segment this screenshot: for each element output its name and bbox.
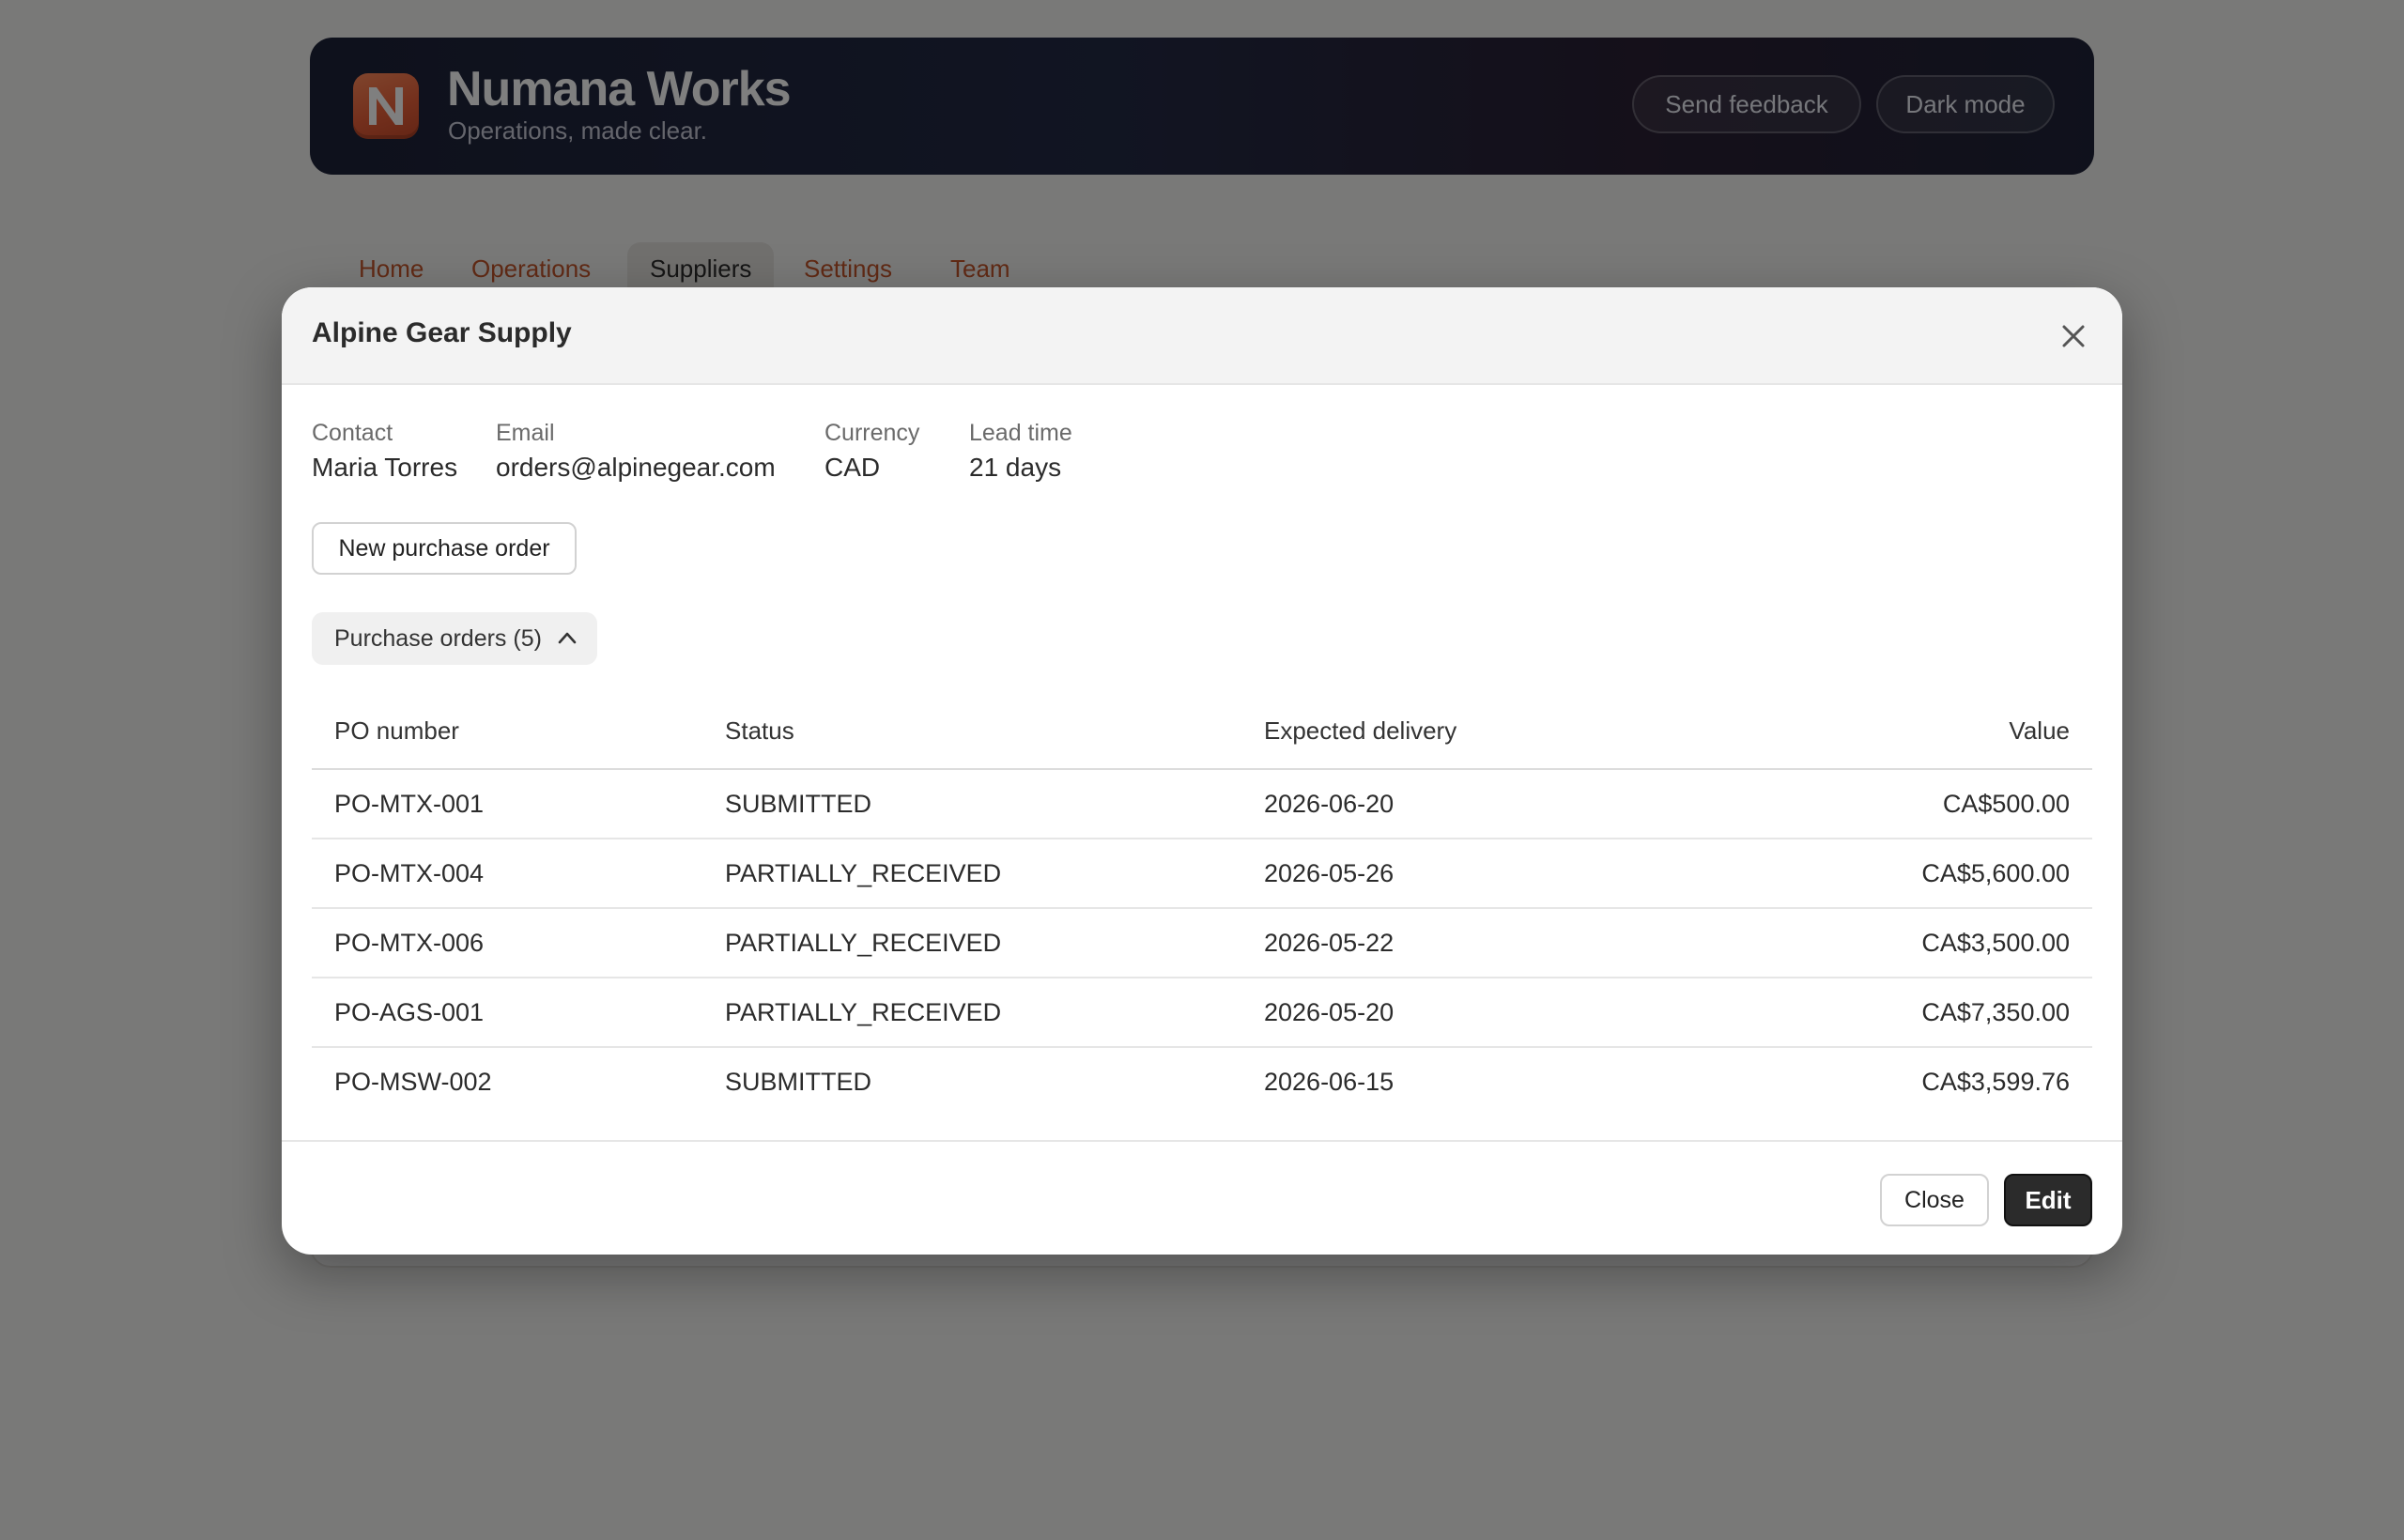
purchase-orders-table: PO number Status Expected delivery Value… bbox=[312, 693, 2092, 1116]
close-icon bbox=[2062, 325, 2085, 347]
status-cell: PARTIALLY_RECEIVED bbox=[702, 839, 1241, 909]
new-purchase-order-button[interactable]: New purchase order bbox=[312, 522, 577, 575]
dialog-title: Alpine Gear Supply bbox=[312, 317, 572, 348]
supplier-dialog: Alpine Gear Supply Contact Maria Torres … bbox=[282, 287, 2122, 1255]
table-row[interactable]: PO-MTX-001 SUBMITTED 2026-06-20 CA$500.0… bbox=[312, 769, 2092, 839]
value-cell: CA$3,599.76 bbox=[1921, 1067, 2070, 1096]
po-number-cell: PO-MSW-002 bbox=[334, 1067, 492, 1096]
close-dialog-button[interactable] bbox=[2055, 317, 2092, 355]
table-row[interactable]: PO-AGS-001 PARTIALLY_RECEIVED 2026-05-20… bbox=[312, 978, 2092, 1048]
value-cell: CA$7,350.00 bbox=[1692, 978, 2092, 1048]
value-cell: CA$500.00 bbox=[1692, 769, 2092, 839]
detail-email: Email orders@alpinegear.com bbox=[496, 417, 776, 486]
detail-label: Lead time bbox=[969, 420, 1072, 446]
status-cell: SUBMITTED bbox=[725, 1067, 872, 1096]
column-header-status[interactable]: Status bbox=[702, 693, 1241, 770]
edit-button[interactable]: Edit bbox=[2004, 1174, 2092, 1226]
table-row[interactable]: PO-MTX-006 PARTIALLY_RECEIVED 2026-05-22… bbox=[312, 908, 2092, 978]
column-header-value[interactable]: Value bbox=[1692, 693, 2092, 770]
table-row[interactable]: PO-MTX-004 PARTIALLY_RECEIVED 2026-05-26… bbox=[312, 839, 2092, 909]
expected-delivery-cell: 2026-06-15 bbox=[1264, 1067, 1395, 1096]
dialog-footer: Close Edit bbox=[282, 1140, 2122, 1255]
expected-delivery-cell: 2026-05-22 bbox=[1241, 908, 1692, 978]
status-cell: PARTIALLY_RECEIVED bbox=[702, 908, 1241, 978]
close-button[interactable]: Close bbox=[1880, 1174, 1989, 1226]
expected-delivery-cell: 2026-05-20 bbox=[1241, 978, 1692, 1048]
expected-delivery-cell: 2026-05-26 bbox=[1241, 839, 1692, 909]
po-number-cell: PO-MTX-004 bbox=[312, 839, 702, 909]
po-number-cell: PO-MTX-006 bbox=[312, 908, 702, 978]
detail-label: Contact bbox=[312, 420, 393, 446]
dialog-header: Alpine Gear Supply bbox=[282, 287, 2122, 385]
status-cell: PARTIALLY_RECEIVED bbox=[702, 978, 1241, 1048]
po-number-cell: PO-MTX-001 bbox=[312, 769, 702, 839]
table-row[interactable]: PO-MSW-002 SUBMITTED 2026-06-15 CA$3,599… bbox=[312, 1047, 2092, 1116]
detail-value: CAD bbox=[824, 453, 881, 482]
detail-currency: Currency CAD bbox=[824, 417, 919, 486]
chevron-up-icon bbox=[558, 632, 577, 644]
detail-label: Email bbox=[496, 420, 555, 446]
column-header-po-number[interactable]: PO number bbox=[312, 693, 702, 770]
expected-delivery-cell: 2026-06-20 bbox=[1241, 769, 1692, 839]
purchase-orders-toggle-label: Purchase orders (5) bbox=[334, 624, 542, 652]
table-header-row: PO number Status Expected delivery Value bbox=[312, 693, 2092, 770]
detail-value: 21 days bbox=[969, 453, 1062, 482]
purchase-orders-toggle[interactable]: Purchase orders (5) bbox=[312, 612, 597, 665]
detail-lead-time: Lead time 21 days bbox=[969, 417, 1072, 486]
po-number-cell: PO-AGS-001 bbox=[312, 978, 702, 1048]
detail-label: Currency bbox=[824, 420, 920, 446]
detail-value: Maria Torres bbox=[312, 453, 458, 482]
detail-contact: Contact Maria Torres bbox=[312, 417, 457, 486]
value-cell: CA$5,600.00 bbox=[1692, 839, 2092, 909]
detail-value: orders@alpinegear.com bbox=[496, 453, 776, 482]
value-cell: CA$3,500.00 bbox=[1692, 908, 2092, 978]
column-header-expected-delivery[interactable]: Expected delivery bbox=[1241, 693, 1692, 770]
status-cell: SUBMITTED bbox=[702, 769, 1241, 839]
